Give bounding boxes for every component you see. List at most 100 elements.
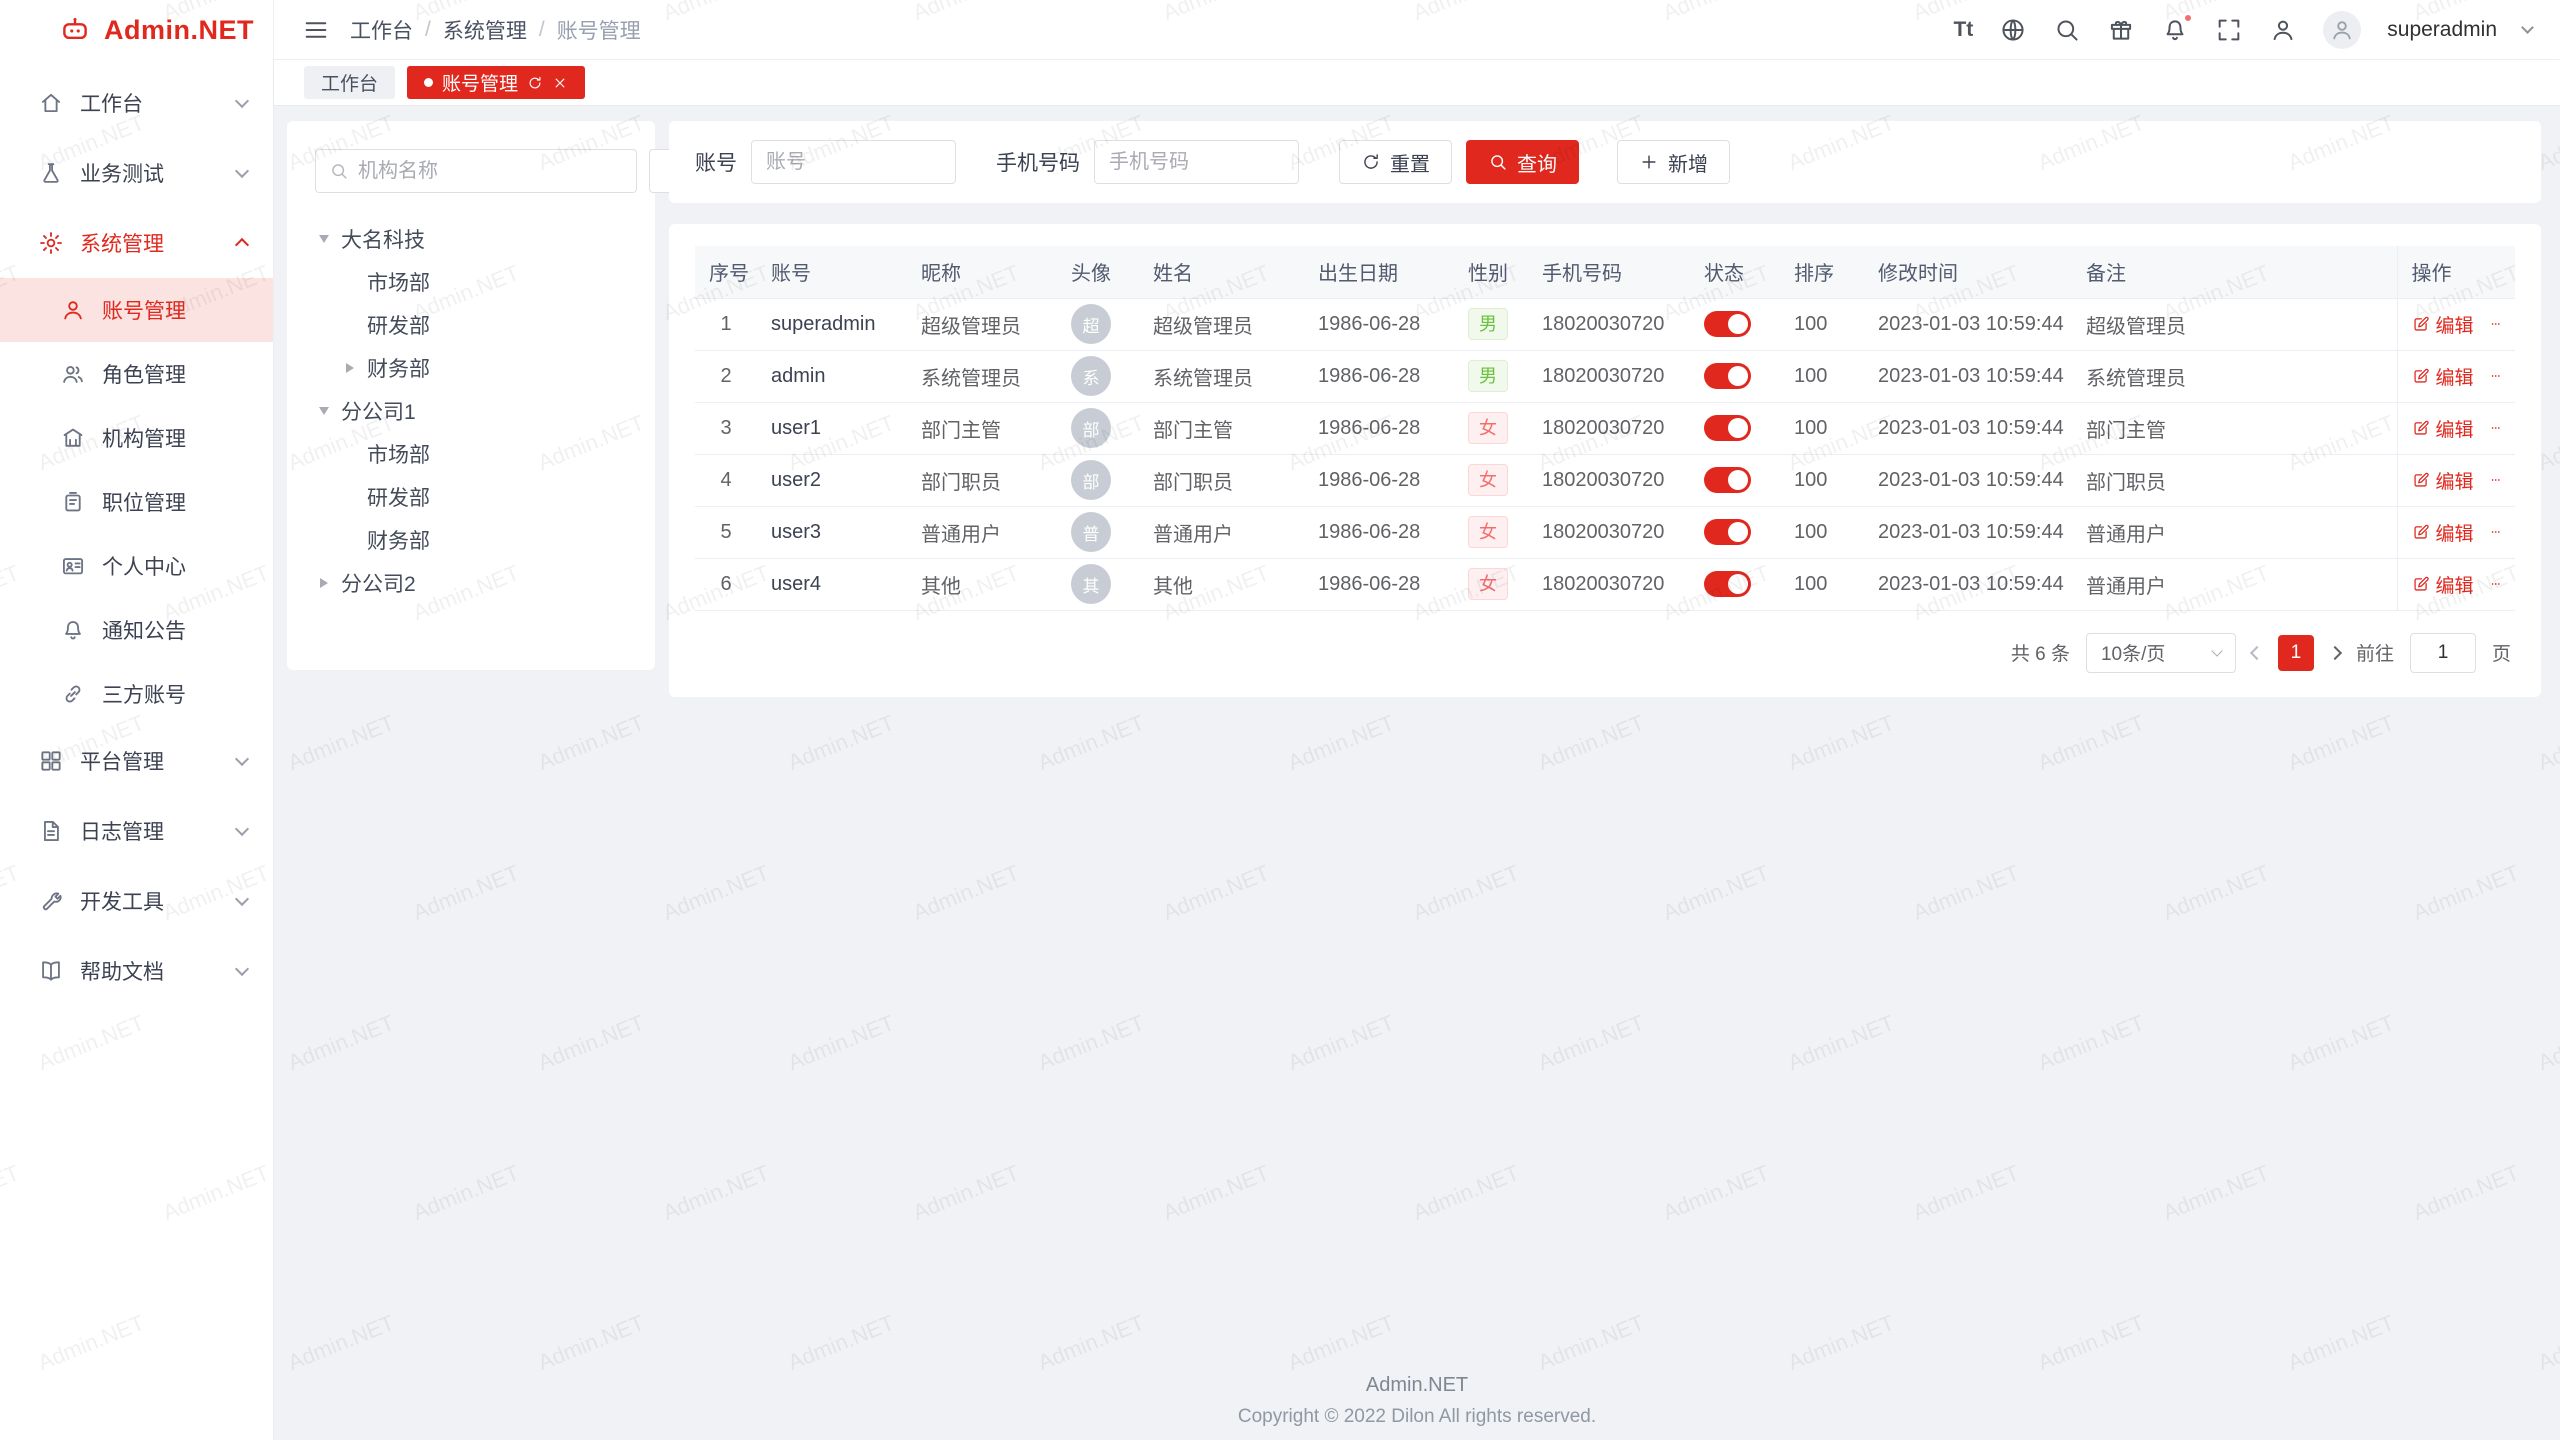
next-page-button[interactable]	[2328, 645, 2342, 659]
account-filter-input[interactable]	[751, 140, 956, 184]
sidebar-subitem-label: 账号管理	[102, 295, 186, 325]
language-globe-icon[interactable]	[1999, 16, 2027, 44]
notification-bell-icon[interactable]	[2161, 16, 2189, 44]
edit-button[interactable]: 编辑	[2412, 363, 2474, 390]
row-more-button[interactable]	[2490, 469, 2501, 491]
reset-button[interactable]: 重置	[1339, 140, 1452, 184]
tree-node-0[interactable]: 大名科技	[315, 217, 627, 260]
status-toggle[interactable]	[1704, 311, 1751, 337]
row-more-button[interactable]	[2490, 521, 2501, 543]
logo[interactable]: Admin.NET	[0, 0, 273, 60]
tree-caret-down-icon[interactable]	[315, 407, 333, 415]
edit-button[interactable]: 编辑	[2412, 415, 2474, 442]
sidebar-subitem-2-5[interactable]: 通知公告	[0, 598, 273, 662]
status-toggle[interactable]	[1704, 415, 1751, 441]
chevron-down-icon[interactable]	[2521, 21, 2534, 34]
tree-node-7[interactable]: 财务部	[315, 518, 627, 561]
close-icon[interactable]	[552, 75, 568, 91]
font-size-icon[interactable]: Tt	[1953, 16, 1973, 44]
row-more-button[interactable]	[2490, 313, 2501, 335]
breadcrumb-separator: /	[539, 18, 545, 42]
sidebar-subitem-2-1[interactable]: 角色管理	[0, 342, 273, 406]
phone-filter-input[interactable]	[1094, 140, 1299, 184]
gender-badge: 男	[1468, 308, 1508, 340]
pagination: 共 6 条 10条/页 1 前往 页	[695, 611, 2515, 681]
sidebar-item-1[interactable]: 业务测试	[0, 138, 273, 208]
row-more-button[interactable]	[2490, 417, 2501, 439]
add-button[interactable]: 新增	[1617, 140, 1730, 184]
tree-node-5[interactable]: 市场部	[315, 432, 627, 475]
username[interactable]: superadmin	[2387, 18, 2497, 42]
tree-caret-right-icon[interactable]	[341, 363, 359, 373]
cell-sort: 100	[1780, 402, 1864, 454]
tree-node-1[interactable]: 市场部	[315, 260, 627, 303]
prev-page-button[interactable]	[2250, 645, 2264, 659]
row-more-button[interactable]	[2490, 573, 2501, 595]
sidebar-item-label: 工作台	[80, 88, 143, 118]
table-row-3: 4user2部门职员部部门职员1986-06-28女18020030720100…	[695, 454, 2515, 506]
tree-node-label: 财务部	[367, 353, 430, 383]
cell-gender: 女	[1454, 506, 1528, 558]
main-column: 工作台 / 系统管理 / 账号管理 Tt superadmin 工	[274, 0, 2560, 1440]
column-header-0: 序号	[695, 246, 757, 298]
cell-avatar: 部	[1043, 402, 1139, 454]
tab-account-management[interactable]: 账号管理	[407, 66, 585, 99]
status-toggle[interactable]	[1704, 519, 1751, 545]
edit-button[interactable]: 编辑	[2412, 467, 2474, 494]
sidebar-item-3[interactable]: 平台管理	[0, 726, 273, 796]
sidebar-subitem-2-4[interactable]: 个人中心	[0, 534, 273, 598]
tree-node-8[interactable]: 分公司2	[315, 561, 627, 604]
query-button[interactable]: 查询	[1466, 140, 1579, 184]
tree-caret-right-icon[interactable]	[315, 578, 333, 588]
tree-node-2[interactable]: 研发部	[315, 303, 627, 346]
cell-phone: 18020030720	[1528, 298, 1690, 350]
sidebar-subitem-2-3[interactable]: 职位管理	[0, 470, 273, 534]
test-icon	[38, 160, 64, 186]
hamburger-icon[interactable]	[302, 16, 330, 44]
sidebar-item-4[interactable]: 日志管理	[0, 796, 273, 866]
current-page[interactable]: 1	[2278, 635, 2314, 671]
sidebar-subitem-2-6[interactable]: 三方账号	[0, 662, 273, 726]
tree-node-3[interactable]: 财务部	[315, 346, 627, 389]
sidebar-item-5[interactable]: 开发工具	[0, 866, 273, 936]
footer: Admin.NET Copyright © 2022 Dilon All rig…	[274, 1374, 2560, 1428]
org-search-input[interactable]	[358, 160, 623, 183]
search-icon[interactable]	[2053, 16, 2081, 44]
tree-node-6[interactable]: 研发部	[315, 475, 627, 518]
user-settings-icon[interactable]	[2269, 16, 2297, 44]
fullscreen-icon[interactable]	[2215, 16, 2243, 44]
row-more-button[interactable]	[2490, 365, 2501, 387]
page-size-select[interactable]: 10条/页	[2086, 633, 2236, 673]
edit-button[interactable]: 编辑	[2412, 571, 2474, 598]
avatar[interactable]	[2323, 11, 2361, 49]
chevron-down-icon	[235, 822, 249, 836]
status-toggle[interactable]	[1704, 467, 1751, 493]
sidebar-subitem-label: 职位管理	[102, 487, 186, 517]
breadcrumb-item-system[interactable]: 系统管理	[443, 15, 527, 45]
theme-gift-icon[interactable]	[2107, 16, 2135, 44]
status-toggle[interactable]	[1704, 363, 1751, 389]
goto-page-input[interactable]	[2410, 633, 2476, 673]
sidebar-item-label: 业务测试	[80, 158, 164, 188]
sidebar-item-2[interactable]: 系统管理	[0, 208, 273, 278]
sidebar-item-0[interactable]: 工作台	[0, 68, 273, 138]
row-actions: 编辑	[2412, 311, 2502, 338]
sidebar-subitem-2-2[interactable]: 机构管理	[0, 406, 273, 470]
org-search-field[interactable]	[315, 149, 637, 193]
goto-label: 前往	[2356, 639, 2394, 666]
edit-button[interactable]: 编辑	[2412, 311, 2474, 338]
refresh-icon[interactable]	[527, 75, 543, 91]
cell-nickname: 部门职员	[907, 454, 1043, 506]
edit-button[interactable]: 编辑	[2412, 519, 2474, 546]
tree-node-4[interactable]: 分公司1	[315, 389, 627, 432]
tab-workbench[interactable]: 工作台	[304, 66, 395, 99]
sidebar-subitem-2-0[interactable]: 账号管理	[0, 278, 273, 342]
cell-actions: 编辑	[2397, 558, 2515, 610]
sidebar-item-6[interactable]: 帮助文档	[0, 936, 273, 1006]
breadcrumb-item-workbench[interactable]: 工作台	[350, 15, 413, 45]
status-toggle[interactable]	[1704, 571, 1751, 597]
tree-caret-down-icon[interactable]	[315, 235, 333, 243]
cell-modified: 2023-01-03 10:59:44	[1864, 350, 2072, 402]
notification-badge	[2183, 13, 2193, 23]
tree-node-label: 分公司2	[341, 568, 416, 598]
